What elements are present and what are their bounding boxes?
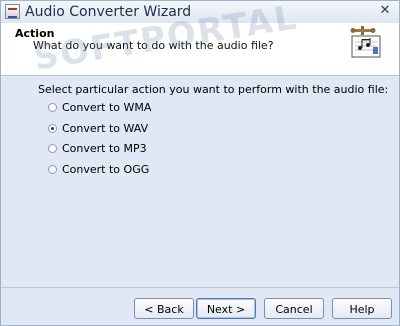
close-icon[interactable]: ✕ [377, 3, 393, 19]
option-mp3-label: Convert to MP3 [62, 142, 147, 155]
option-ogg[interactable]: Convert to OGG [48, 163, 149, 177]
back-button[interactable]: < Back [134, 298, 194, 319]
wizard-header: Action What do you want to do with the a… [1, 23, 399, 76]
option-wav[interactable]: Convert to WAV [48, 122, 148, 136]
option-wma-label: Convert to WMA [62, 101, 152, 114]
footer-divider [1, 287, 399, 288]
radio-wav[interactable] [48, 123, 57, 133]
option-wma[interactable]: Convert to WMA [48, 101, 151, 115]
title-bar[interactable]: Audio Converter Wizard ✕ [1, 1, 399, 24]
wizard-window: Audio Converter Wizard ✕ Action What do … [0, 0, 400, 326]
radio-wma[interactable] [48, 102, 57, 112]
app-icon [5, 4, 20, 19]
window-title: Audio Converter Wizard [25, 4, 192, 20]
action-prompt: Select particular action you want to per… [38, 83, 389, 96]
option-ogg-label: Convert to OGG [62, 163, 150, 176]
next-button[interactable]: Next > [196, 298, 256, 319]
radio-ogg[interactable] [48, 164, 57, 174]
page-subtitle: What do you want to do with the audio fi… [33, 39, 274, 52]
option-wav-label: Convert to WAV [62, 122, 149, 135]
help-button[interactable]: Help [332, 298, 392, 319]
option-mp3[interactable]: Convert to MP3 [48, 142, 147, 156]
radio-mp3[interactable] [48, 143, 57, 153]
cancel-button[interactable]: Cancel [264, 298, 324, 319]
audio-file-icon [350, 26, 381, 58]
